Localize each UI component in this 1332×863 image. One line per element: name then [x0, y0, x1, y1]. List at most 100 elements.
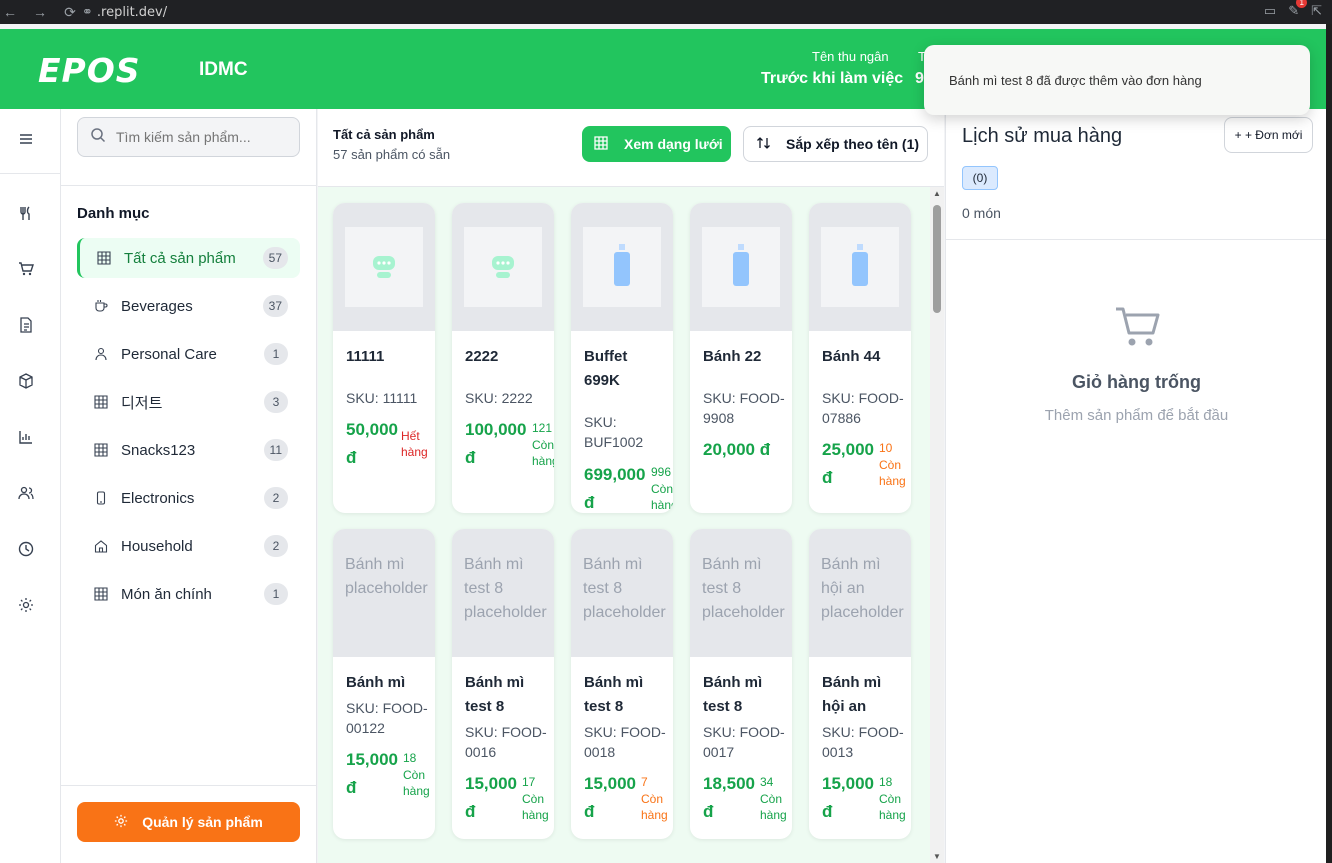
category-count: 2 [264, 487, 288, 509]
clock-icon[interactable] [8, 527, 44, 571]
scroll-down-icon[interactable]: ▼ [933, 852, 941, 861]
product-card[interactable]: Bánh mì test 8 placeholder Bánh mì test … [690, 529, 792, 839]
product-sku: SKU: FOOD-9908 [703, 390, 785, 426]
sort-button[interactable]: Sắp xếp theo tên (1) [743, 126, 928, 162]
product-placeholder-icon [492, 256, 514, 278]
cart-item-count: 0 món [962, 205, 1001, 221]
manage-products-button[interactable]: Quản lý sản phẩm [77, 802, 300, 842]
category-count: 1 [264, 583, 288, 605]
category-sidebar: Danh mục Tất cả sản phẩm 57 Beverages 37… [61, 109, 317, 863]
category-item-snacks[interactable]: Snacks123 11 [77, 430, 300, 470]
product-card[interactable]: 11111 SKU: 11111 50,000 đ Hết hàng [333, 203, 435, 513]
empty-cart-icon [1114, 305, 1160, 354]
product-card[interactable]: Bánh mì hội an placeholder Bánh mì hội a… [809, 529, 911, 839]
product-card[interactable]: Bánh 22 SKU: FOOD-9908 20,000 đ [690, 203, 792, 513]
product-card[interactable]: Bánh mì test 8 placeholder Bánh mì test … [571, 529, 673, 839]
cart-icon[interactable] [8, 247, 44, 291]
empty-cart-subtitle: Thêm sản phẩm để bắt đầu [1044, 407, 1229, 424]
stock-status: Còn hàng [760, 792, 787, 822]
bottle-icon [733, 244, 749, 286]
category-item-main-dish[interactable]: Món ăn chính 1 [77, 574, 300, 614]
product-card[interactable]: Bánh mì test 8 placeholder Bánh mì test … [452, 529, 554, 839]
toast-notification[interactable]: Bánh mì test 8 đã được thêm vào đơn hàng [924, 45, 1310, 115]
product-price: 15,000 đ [822, 774, 874, 821]
stock-count: 10 [879, 441, 893, 455]
product-image: Bánh mì test 8 placeholder [571, 529, 673, 657]
cast-icon[interactable]: ▭ [1264, 3, 1276, 19]
document-icon[interactable] [8, 303, 44, 347]
category-item-household[interactable]: Household 2 [77, 526, 300, 566]
open-external-icon[interactable]: ⇱ [1311, 3, 1322, 19]
home-icon [93, 538, 109, 554]
address-bar[interactable]: ⚭ .replit.dev/ [82, 0, 167, 24]
product-name: 2222 [465, 348, 499, 365]
category-title: Danh mục [77, 205, 150, 222]
menu-icon[interactable] [8, 117, 44, 161]
category-count: 11 [263, 439, 288, 461]
product-sku: SKU: FOOD-0018 [584, 724, 666, 760]
product-card[interactable]: Bánh 44 SKU: FOOD-07886 25,000 đ 10 Còn … [809, 203, 911, 513]
forward-icon[interactable]: → [30, 4, 50, 20]
product-card[interactable]: 2222 SKU: 2222 100,000 đ 121 Còn hàng [452, 203, 554, 513]
product-name: Bánh 44 [822, 348, 881, 365]
browser-toolbar: ← → ⟳ ⚭ .replit.dev/ ▭ ✎ 1 ⇱ [0, 0, 1332, 24]
product-image: Bánh mì test 8 placeholder [690, 529, 792, 657]
box-icon[interactable] [8, 359, 44, 403]
utensils-icon[interactable] [8, 191, 44, 235]
category-label: Household [121, 537, 193, 555]
product-sku: SKU: FOOD-0016 [465, 724, 547, 760]
image-alt-text: Bánh mì hội an placeholder [821, 556, 904, 621]
new-order-button[interactable]: + + Đơn mới [1224, 117, 1313, 153]
search-input[interactable] [116, 129, 286, 145]
reload-icon[interactable]: ⟳ [60, 4, 80, 21]
grid-view-button[interactable]: Xem dạng lưới [582, 126, 731, 162]
sort-icon [756, 136, 772, 153]
header-extra-value: 9 [915, 70, 924, 87]
back-icon[interactable]: ← [0, 4, 20, 20]
category-count: 3 [264, 391, 288, 413]
epos-logo[interactable]: EPOS [38, 51, 141, 90]
category-item-personal-care[interactable]: Personal Care 1 [77, 334, 300, 374]
category-count: 37 [262, 295, 288, 317]
product-price: 699,000 đ [584, 465, 646, 512]
users-icon[interactable] [8, 471, 44, 515]
product-card[interactable]: Bánh mì placeholder Bánh mì SKU: FOOD-00… [333, 529, 435, 839]
stock-count: 17 [522, 775, 536, 789]
category-label: Snacks123 [121, 441, 196, 459]
window-edge [1326, 24, 1332, 863]
product-price: 25,000 đ [822, 440, 874, 487]
stock-count: 18 [879, 775, 893, 789]
extension-badge: 1 [1296, 0, 1308, 8]
sidebar-divider [61, 185, 316, 186]
category-count: 57 [262, 247, 288, 269]
store-name: IDMC [199, 59, 248, 80]
category-item-all[interactable]: Tất cả sản phẩm 57 [77, 238, 300, 278]
grid-icon [594, 135, 608, 153]
chart-icon[interactable] [8, 415, 44, 459]
product-name: 11111 [346, 348, 385, 365]
product-name: Bánh mì hội an [822, 674, 882, 715]
stock-status: Còn hàng [532, 438, 554, 468]
product-price: 15,000 đ [346, 750, 398, 797]
settings-icon[interactable] [8, 583, 44, 627]
category-item-dessert[interactable]: 디저트 3 [77, 382, 300, 422]
search-box[interactable] [77, 117, 300, 157]
category-item-electronics[interactable]: Electronics 2 [77, 478, 300, 518]
stock-count: 18 [403, 751, 417, 765]
phone-icon [93, 490, 109, 506]
product-name: Bánh mì [346, 674, 406, 691]
product-card[interactable]: Buffet 699K SKU: BUF1002 699,000 đ 996 C… [571, 203, 673, 513]
scroll-thumb[interactable] [933, 205, 941, 313]
category-item-beverages[interactable]: Beverages 37 [77, 286, 300, 326]
product-scrollbar[interactable]: ▲ ▼ [930, 187, 944, 863]
product-price: 18,500 đ [703, 774, 755, 821]
scroll-up-icon[interactable]: ▲ [933, 189, 941, 198]
order-tab[interactable]: (0) [962, 166, 998, 190]
products-subtitle: 57 sản phẩm có sẵn [333, 147, 451, 162]
product-image: Bánh mì hội an placeholder [809, 529, 911, 657]
product-image [452, 203, 554, 331]
extensions-icon[interactable]: ✎ 1 [1288, 0, 1308, 19]
icon-rail [0, 109, 61, 863]
product-image [809, 203, 911, 331]
category-label: Beverages [121, 297, 193, 315]
